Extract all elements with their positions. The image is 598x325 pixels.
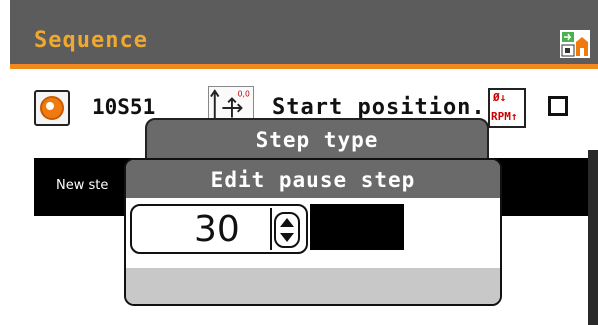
pause-dialog-footer: [126, 268, 500, 304]
stepper-divider: [270, 208, 272, 250]
disc-tool-icon[interactable]: [34, 90, 70, 126]
up-down-arrows-icon[interactable]: [274, 212, 300, 248]
pause-duration-stepper[interactable]: 30: [130, 204, 308, 254]
new-step-label: New ste: [56, 178, 109, 193]
rpm-icon[interactable]: Ø↓ RPM↑: [488, 88, 526, 128]
switch-program-icon[interactable]: [560, 30, 590, 58]
pause-duration-value: 30: [194, 209, 240, 250]
page-title: Sequence: [34, 28, 148, 53]
sequence-checkbox[interactable]: [548, 96, 568, 116]
right-scrollbar[interactable]: [588, 150, 598, 325]
rpm-icon-bottom: RPM↑: [491, 110, 518, 123]
rpm-icon-top: Ø↓: [493, 91, 507, 104]
svg-text:0,0: 0,0: [238, 90, 250, 99]
step-type-dialog-title: Step type: [255, 128, 379, 152]
pause-dialog-title: Edit pause step: [210, 168, 416, 192]
program-id: 10S51: [92, 95, 156, 119]
value-field-background: [310, 204, 404, 250]
start-position-label[interactable]: Start position...: [272, 95, 514, 120]
